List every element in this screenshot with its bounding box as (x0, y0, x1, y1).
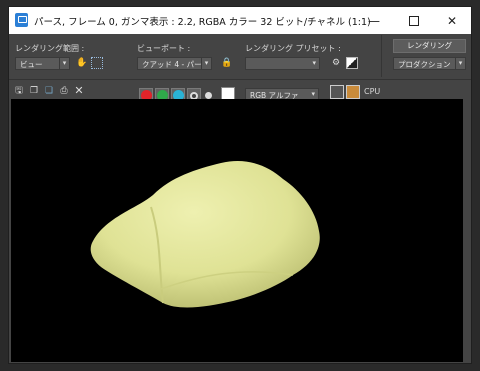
rendered-rock-image (90, 160, 320, 308)
viewport-dropdown[interactable]: クアッド 4 - パース (137, 57, 211, 70)
display-overlay-icon[interactable] (330, 85, 344, 99)
render-frame-window: パース, フレーム 0, ガンマ表示 : 2.2, RGBA カラー 32 ビッ… (8, 6, 472, 364)
frame-buffer-icon[interactable] (346, 85, 360, 99)
chevron-down-icon: ▾ (311, 90, 315, 98)
viewport-value: クアッド 4 - パース (142, 60, 209, 69)
preset-dropdown[interactable]: ▾ (245, 57, 320, 70)
lock-icon[interactable]: 🔒 (221, 57, 233, 69)
preset-label: レンダリング プリセット : (245, 44, 341, 53)
render-viewport[interactable] (11, 99, 463, 362)
close-button[interactable]: ✕ (433, 7, 471, 34)
save-icon[interactable]: 🖫 (13, 85, 25, 97)
render-area-label: レンダリング範囲 : (15, 44, 85, 53)
maximize-icon (409, 15, 419, 26)
region-select-icon[interactable] (91, 57, 103, 69)
print-icon[interactable]: ⎙ (58, 85, 70, 97)
monochrome-icon[interactable] (205, 92, 212, 99)
clone-icon[interactable]: ❏ (43, 85, 55, 97)
production-dropdown[interactable]: プロダクション (393, 57, 457, 70)
environment-icon[interactable] (346, 57, 358, 69)
chevron-down-icon: ▾ (312, 59, 316, 67)
clear-icon[interactable]: ✕ (73, 85, 85, 97)
viewport-dropdown-arrow[interactable]: ▾ (201, 57, 212, 70)
teapot-icon[interactable]: ⚙ (330, 57, 342, 69)
render-area-dropdown-arrow[interactable]: ▾ (59, 57, 70, 70)
production-dropdown-arrow[interactable]: ▾ (455, 57, 466, 70)
minimize-button[interactable]: — (355, 7, 393, 34)
production-value: プロダクション (398, 60, 451, 69)
app-icon (15, 13, 28, 27)
viewport-label: ビューポート : (137, 44, 191, 53)
title-bar: パース, フレーム 0, ガンマ表示 : 2.2, RGBA カラー 32 ビッ… (9, 7, 471, 34)
hand-tool-icon[interactable]: ✋ (76, 57, 88, 69)
render-button[interactable]: レンダリング (393, 39, 466, 53)
window-title: パース, フレーム 0, ガンマ表示 : 2.2, RGBA カラー 32 ビッ… (34, 17, 371, 28)
toolbar-separator (9, 79, 471, 80)
divider (381, 35, 382, 77)
copy-icon[interactable]: ❐ (28, 85, 40, 97)
render-area-value: ビュー (20, 60, 43, 69)
cpu-label: CPU (364, 87, 381, 96)
maximize-button[interactable] (395, 7, 433, 34)
